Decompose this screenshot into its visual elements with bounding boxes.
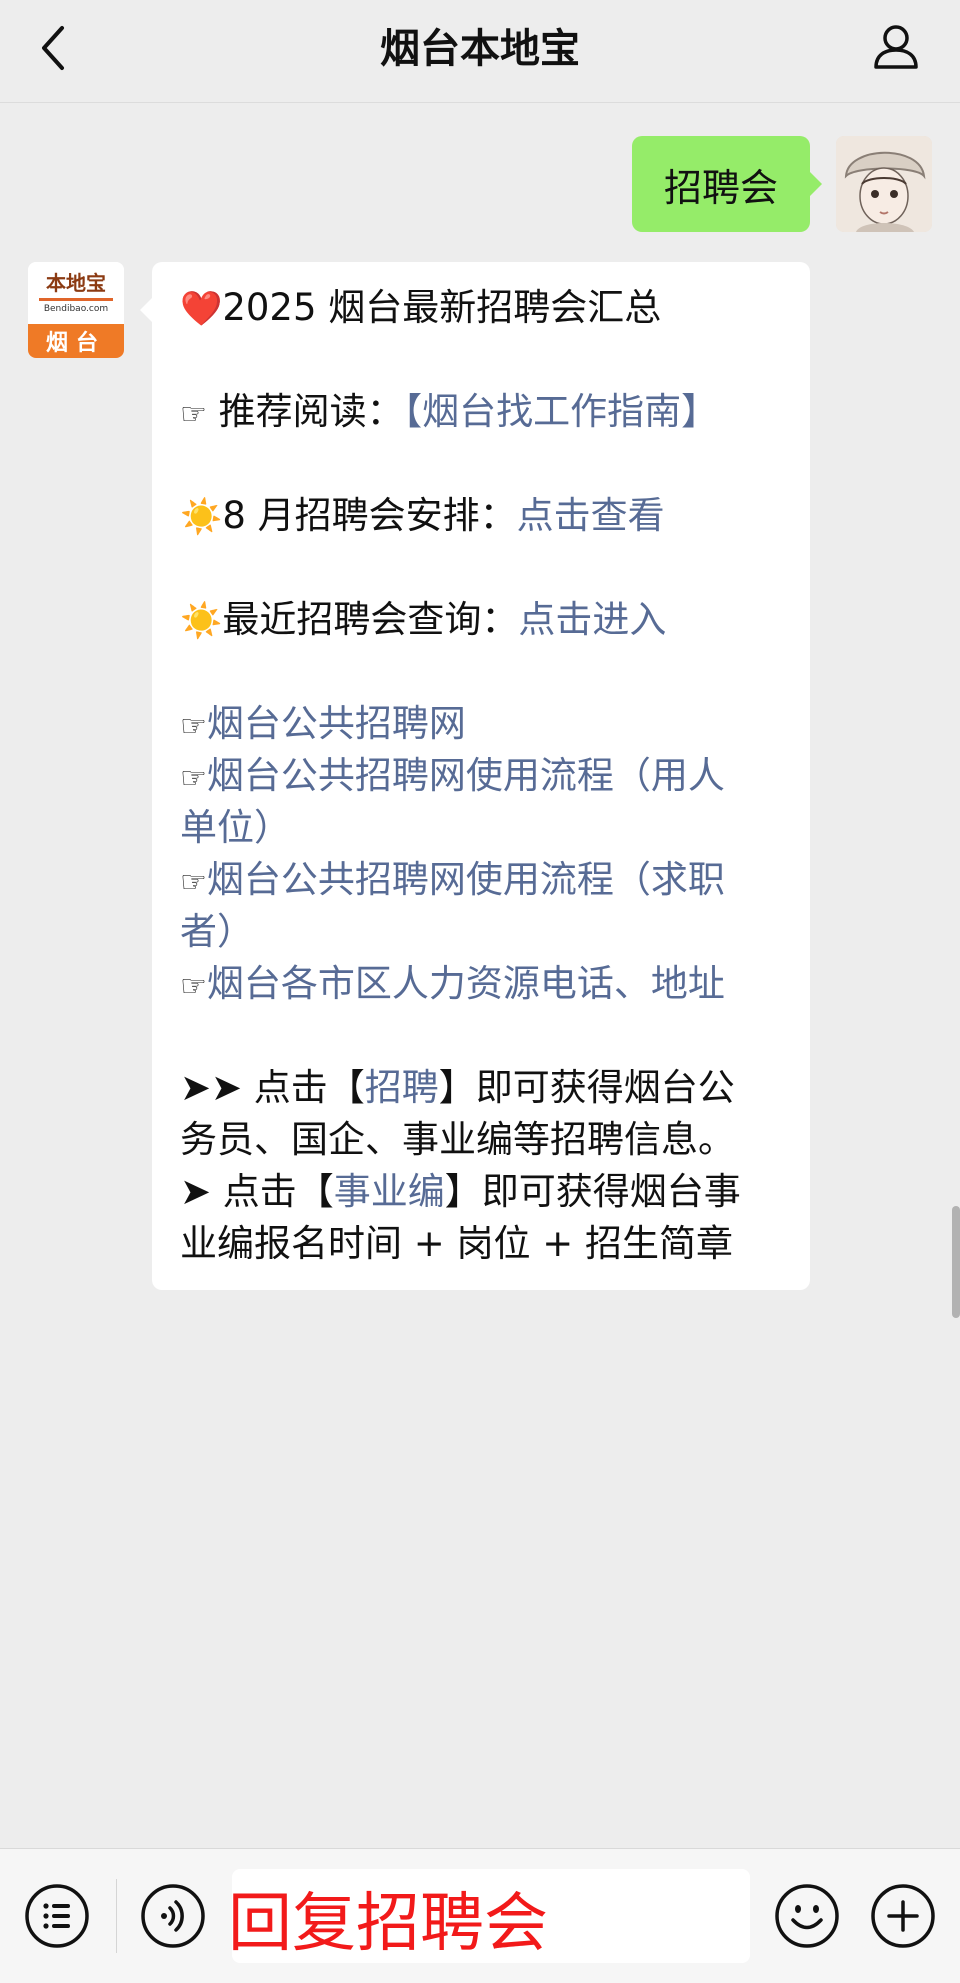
- pointing-hand-icon: ☞: [180, 865, 207, 900]
- job-guide-link[interactable]: 【烟台找工作指南】: [404, 390, 719, 433]
- view-august-link[interactable]: 点击查看: [517, 494, 665, 537]
- emoji-icon: [775, 1884, 839, 1948]
- bot-line-link6-cont: 单位）: [180, 802, 784, 854]
- avatar-brand: 本地宝: [46, 270, 106, 295]
- top-nav-bar: 烟台本地宝: [0, 0, 960, 103]
- jobseeker-guide-link-cont[interactable]: 者）: [180, 910, 254, 953]
- bot-line-title: ❤️2025 烟台最新招聘会汇总: [180, 282, 784, 334]
- voice-icon: [141, 1884, 205, 1948]
- user-message-text: 招聘会: [663, 165, 778, 210]
- avatar-logo-top: 本地宝 Bendibao.com: [28, 262, 124, 324]
- p1-text-cont: 务员、国企、事业编等招聘信息。: [180, 1118, 735, 1161]
- avatar-url: Bendibao.com: [43, 303, 109, 314]
- user-message-bubble[interactable]: 招聘会: [632, 136, 822, 232]
- bot-message-bubble: ❤️2025 烟台最新招聘会汇总 ☞ 推荐阅读：【烟台找工作指南】 ☀️8 月招…: [140, 262, 810, 1290]
- pointing-hand-icon: ☞: [180, 397, 207, 432]
- bot-line-link7: ☞烟台公共招聘网使用流程（求职: [180, 854, 784, 906]
- menu-button[interactable]: [22, 1881, 92, 1951]
- menu-list-icon: [25, 1884, 89, 1948]
- bot-line-link6: ☞烟台公共招聘网使用流程（用人: [180, 750, 784, 802]
- sun-icon: ☀️: [180, 497, 223, 537]
- public-job-site-link[interactable]: 烟台公共招聘网: [207, 702, 466, 745]
- hr-contacts-link[interactable]: 烟台各市区人力资源电话、地址: [207, 962, 725, 1005]
- employer-guide-link[interactable]: 烟台公共招聘网使用流程（用人: [207, 754, 725, 797]
- bot-line-link7-cont: 者）: [180, 906, 784, 958]
- recommend-label: 推荐阅读：: [206, 390, 404, 433]
- avatar-stripe: [39, 297, 113, 301]
- bot-line-link8: ☞烟台各市区人力资源电话、地址: [180, 958, 784, 1010]
- bot-line-p2-cont: 业编报名时间 + 岗位 + 招生简章: [180, 1218, 784, 1270]
- bot-line-recent: ☀️最近招聘会查询：点击进入: [180, 594, 784, 646]
- pointing-hand-icon: ☞: [180, 761, 207, 796]
- august-label: 8 月招聘会安排：: [222, 494, 517, 537]
- bot-line-link5: ☞烟台公共招聘网: [180, 698, 784, 750]
- bot-line-p2: ➤ 点击【事业编】即可获得烟台事: [180, 1166, 784, 1218]
- employer-guide-link-cont[interactable]: 单位）: [180, 806, 291, 849]
- sun-icon: ☀️: [180, 601, 223, 641]
- bot-line-recommend: ☞ 推荐阅读：【烟台找工作指南】: [180, 386, 784, 438]
- p1-text-b: 】即可获得烟台公: [438, 1066, 735, 1109]
- voice-button[interactable]: [138, 1881, 208, 1951]
- jobseeker-guide-link[interactable]: 烟台公共招聘网使用流程（求职: [207, 858, 725, 901]
- pointing-hand-icon: ☞: [180, 709, 207, 744]
- bot-line-p1-cont: 务员、国企、事业编等招聘信息。: [180, 1114, 784, 1166]
- p2-text-a: 点击【: [211, 1170, 334, 1213]
- recruit-keyword-link[interactable]: 招聘: [365, 1066, 439, 1109]
- bar-divider: [116, 1879, 117, 1953]
- user-avatar-image: [836, 136, 932, 232]
- pointing-hand-icon: ☞: [180, 969, 207, 1004]
- enter-query-link[interactable]: 点击进入: [518, 598, 666, 641]
- person-icon: [874, 25, 918, 69]
- avatar-city: 烟台: [28, 324, 124, 358]
- bot-line-p1: ➤➤ 点击【招聘】即可获得烟台公: [180, 1062, 784, 1114]
- user-avatar[interactable]: [836, 136, 932, 232]
- arrow-icon: ➤: [180, 1170, 212, 1213]
- official-account-avatar[interactable]: 本地宝 Bendibao.com 烟台: [28, 262, 124, 358]
- reply-hint-overlay: 回复招聘会: [228, 1887, 548, 1961]
- heart-icon: ❤️: [180, 289, 223, 329]
- profile-button[interactable]: [866, 16, 926, 76]
- p2-text-cont: 业编报名时间 + 岗位 + 招生简章: [180, 1222, 734, 1265]
- scrollbar[interactable]: [952, 1206, 960, 1318]
- p2-text-b: 】即可获得烟台事: [444, 1170, 741, 1213]
- bot-line-august: ☀️8 月招聘会安排：点击查看: [180, 490, 784, 542]
- double-arrow-icon: ➤➤: [180, 1066, 243, 1109]
- p1-text-a: 点击【: [242, 1066, 365, 1109]
- more-button[interactable]: [868, 1881, 938, 1951]
- chat-title: 烟台本地宝: [380, 26, 580, 72]
- public-institution-keyword-link[interactable]: 事业编: [334, 1170, 445, 1213]
- recent-label: 最近招聘会查询：: [222, 598, 519, 641]
- emoji-button[interactable]: [772, 1881, 842, 1951]
- title-text: 2025 烟台最新招聘会汇总: [222, 286, 662, 329]
- bottom-input-bar: 回复招聘会: [0, 1848, 960, 1983]
- plus-icon: [871, 1884, 935, 1948]
